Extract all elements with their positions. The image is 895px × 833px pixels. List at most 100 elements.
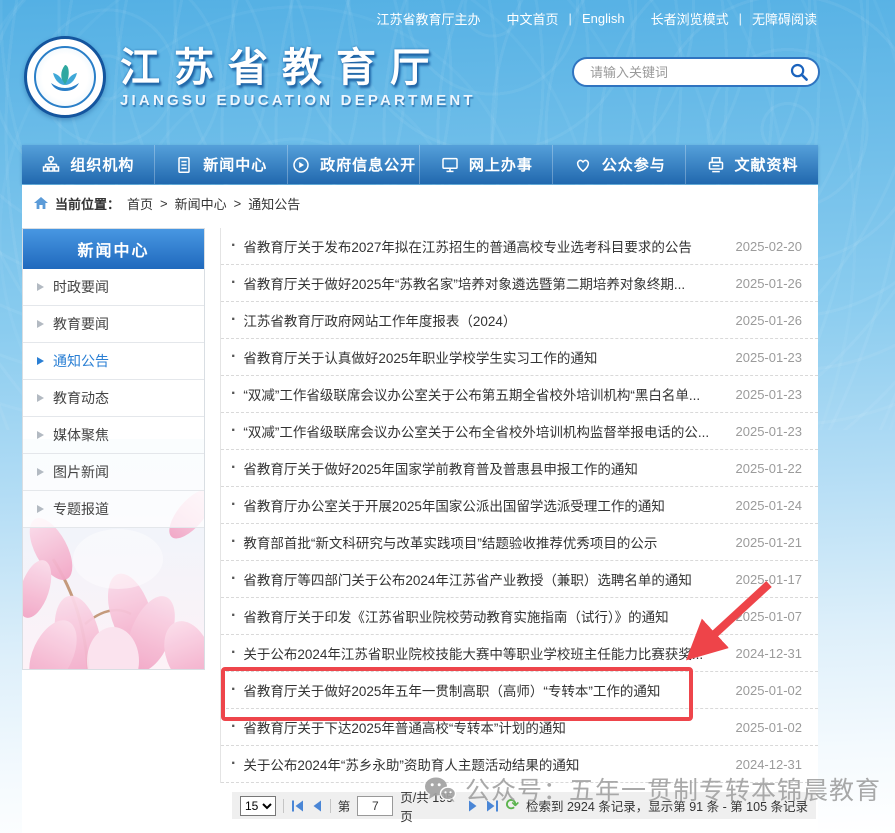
nav-label: 新闻中心	[203, 154, 267, 175]
news-row: 省教育厅关于做好2025年“苏教名家”培养对象遴选暨第二期培养对象终期... 20…	[221, 265, 818, 302]
news-doc-icon	[174, 155, 194, 175]
sidebar-item-label: 时政要闻	[53, 277, 109, 297]
prev-page-button[interactable]	[311, 799, 323, 813]
news-date: 2025-01-02	[726, 683, 803, 698]
search-box	[572, 57, 820, 87]
content-wrapper: 当前位置： 首页 新闻中心 通知公告 新闻中心 时政要闻 教育要闻 通知公告 教…	[22, 185, 818, 833]
sidebar-title: 新闻中心	[23, 229, 204, 269]
topbar-link-accessibility[interactable]: 无障碍阅读	[752, 9, 817, 28]
sidebar-item-label: 专题报道	[53, 499, 109, 519]
news-link[interactable]: 省教育厅等四部门关于公布2024年江苏省产业教授（兼职）选聘名单的通知	[243, 569, 692, 589]
news-link[interactable]: 省教育厅关于做好2025年国家学前教育普及普惠县申报工作的通知	[243, 458, 638, 478]
news-link[interactable]: 省教育厅关于认真做好2025年职业学校学生实习工作的通知	[243, 347, 597, 367]
news-link[interactable]: 省教育厅关于做好2025年“苏教名家”培养对象遴选暨第二期培养对象终期...	[243, 273, 685, 293]
news-date: 2025-02-20	[726, 239, 803, 254]
news-row: 省教育厅关于做好2025年国家学前教育普及普惠县申报工作的通知2025-01-2…	[221, 450, 818, 487]
news-row: “双减”工作省级联席会议办公室关于公布第五期全省校外培训机构“黑白名单...20…	[221, 376, 818, 413]
triangle-icon	[37, 357, 44, 365]
site-subtitle: JIANGSU EDUCATION DEPARTMENT	[120, 92, 476, 109]
info-circle-icon	[291, 155, 311, 175]
last-page-button[interactable]	[486, 799, 499, 813]
sidebar-item-special-reports[interactable]: 专题报道	[23, 491, 204, 528]
brand-text: 江苏省教育厅 JIANGSU EDUCATION DEPARTMENT	[120, 46, 476, 109]
sidebar-item-current-politics[interactable]: 时政要闻	[23, 269, 204, 306]
breadcrumb-separator	[234, 196, 242, 211]
news-row: 省教育厅关于印发《江苏省职业院校劳动教育实施指南（试行）》的通知 2025-01-…	[221, 598, 818, 635]
records-summary: 检索到 2924 条记录，显示第 91 条 - 第 105 条记录	[526, 796, 808, 815]
news-row: 江苏省教育厅政府网站工作年度报表（2024）2025-01-26	[221, 302, 818, 339]
nav-item-online-services[interactable]: 网上办事	[420, 145, 553, 184]
next-page-button[interactable]	[467, 799, 479, 813]
triangle-icon	[37, 468, 44, 476]
news-link[interactable]: “双减”工作省级联席会议办公室关于公布全省校外培训机构监督举报电话的公...	[243, 421, 709, 441]
pager-divider	[283, 799, 284, 813]
news-date: 2025-01-02	[726, 720, 803, 735]
heart-icon	[573, 155, 593, 175]
news-link[interactable]: 江苏省教育厅政府网站工作年度报表（2024）	[243, 310, 516, 330]
page-root: 江苏省教育厅主办 中文首页 English 长者浏览模式 无障碍阅读 江苏省教育…	[0, 0, 895, 833]
last-page-icon	[486, 800, 499, 812]
topbar-link-home[interactable]: 中文首页	[507, 9, 559, 28]
page-size-select[interactable]: 15	[240, 796, 276, 816]
sidebar-item-label: 教育动态	[53, 388, 109, 408]
news-row: 省教育厅等四部门关于公布2024年江苏省产业教授（兼职）选聘名单的通知 2025-…	[221, 561, 818, 598]
search-input[interactable]	[588, 64, 788, 81]
sidebar: 新闻中心 时政要闻 教育要闻 通知公告 教育动态 媒体聚焦 图片新闻 专题报道	[22, 228, 205, 670]
refresh-button[interactable]: ⟳	[506, 799, 519, 813]
pagination-bar: 15 第 页/共 195 页 ⟳ 检索到 2924 条记录，显示第 91 条 -…	[232, 792, 816, 819]
news-date: 2025-01-07	[726, 609, 803, 624]
sidebar-item-photo-news[interactable]: 图片新闻	[23, 454, 204, 491]
news-date: 2024-12-31	[726, 757, 803, 772]
topbar: 江苏省教育厅主办 中文首页 English 长者浏览模式 无障碍阅读	[377, 9, 817, 28]
news-row: “双减”工作省级联席会议办公室关于公布全省校外培训机构监督举报电话的公...20…	[221, 413, 818, 450]
news-link[interactable]: 关于公布2024年“苏乡永助”资助育人主题活动结果的通知	[243, 754, 579, 774]
nav-label: 文献资料	[735, 154, 799, 175]
sidebar-item-education-news[interactable]: 教育要闻	[23, 306, 204, 343]
sidebar-item-media-focus[interactable]: 媒体聚焦	[23, 417, 204, 454]
page-number-input[interactable]	[357, 796, 393, 816]
nav-label: 组织机构	[70, 154, 134, 175]
news-row: 关于公布2024年江苏省职业院校技能大赛中等职业学校班主任能力比赛获奖... 20…	[221, 635, 818, 672]
brand: 江苏省教育厅 JIANGSU EDUCATION DEPARTMENT	[24, 36, 476, 118]
news-date: 2025-01-26	[726, 276, 803, 291]
prev-page-icon	[312, 800, 322, 812]
news-row: 省教育厅关于发布2027年拟在江苏招生的普通高校专业选考科目要求的公告 2025-…	[221, 228, 818, 265]
news-row: 省教育厅关于下达2025年普通高校“专转本”计划的通知 2025-01-02	[221, 709, 818, 746]
news-link[interactable]: 省教育厅关于发布2027年拟在江苏招生的普通高校专业选考科目要求的公告	[243, 236, 692, 256]
org-chart-icon	[41, 155, 61, 175]
search-button[interactable]	[788, 61, 810, 83]
sidebar-item-education-trends[interactable]: 教育动态	[23, 380, 204, 417]
nav-item-organization[interactable]: 组织机构	[22, 145, 155, 184]
first-page-button[interactable]	[291, 799, 304, 813]
sidebar-item-label: 媒体聚焦	[53, 425, 109, 445]
triangle-icon	[37, 394, 44, 402]
topbar-link-host[interactable]: 江苏省教育厅主办	[377, 9, 481, 28]
topbar-link-english[interactable]: English	[582, 11, 625, 26]
news-date: 2025-01-24	[726, 498, 803, 513]
triangle-icon	[37, 283, 44, 291]
news-link[interactable]: “双减”工作省级联席会议办公室关于公布第五期全省校外培训机构“黑白名单...	[243, 384, 700, 404]
archive-icon	[706, 155, 726, 175]
nav-item-documents[interactable]: 文献资料	[686, 145, 818, 184]
news-link[interactable]: 关于公布2024年江苏省职业院校技能大赛中等职业学校班主任能力比赛获奖...	[243, 643, 703, 663]
nav-item-gov-info[interactable]: 政府信息公开	[288, 145, 421, 184]
nav-item-news-center[interactable]: 新闻中心	[155, 145, 288, 184]
news-link[interactable]: 教育部首批“新文科研究与改革实践项目”结题验收推荐优秀项目的公示	[243, 532, 657, 552]
news-date: 2024-12-31	[726, 646, 803, 661]
news-link[interactable]: 省教育厅关于做好2025年五年一贯制高职（高师）“专转本”工作的通知	[243, 680, 660, 700]
news-date: 2025-01-17	[726, 572, 803, 587]
sidebar-item-notices[interactable]: 通知公告	[23, 343, 204, 380]
sidebar-item-label: 教育要闻	[53, 314, 109, 334]
breadcrumb-notices[interactable]: 通知公告	[248, 194, 300, 213]
main-nav: 组织机构 新闻中心 政府信息公开 网上办事	[22, 145, 818, 184]
news-link[interactable]: 省教育厅关于下达2025年普通高校“专转本”计划的通知	[243, 717, 566, 737]
pager-divider	[330, 799, 331, 813]
breadcrumb-news-center[interactable]: 新闻中心	[175, 194, 227, 213]
nav-item-public-participation[interactable]: 公众参与	[553, 145, 686, 184]
breadcrumb-home[interactable]: 首页	[127, 194, 153, 213]
news-link[interactable]: 省教育厅办公室关于开展2025年国家公派出国留学选派受理工作的通知	[243, 495, 665, 515]
topbar-link-elder-mode[interactable]: 长者浏览模式	[651, 9, 729, 28]
home-icon	[34, 197, 48, 210]
nav-label: 网上办事	[469, 154, 533, 175]
news-link[interactable]: 省教育厅关于印发《江苏省职业院校劳动教育实施指南（试行）》的通知	[243, 606, 668, 626]
